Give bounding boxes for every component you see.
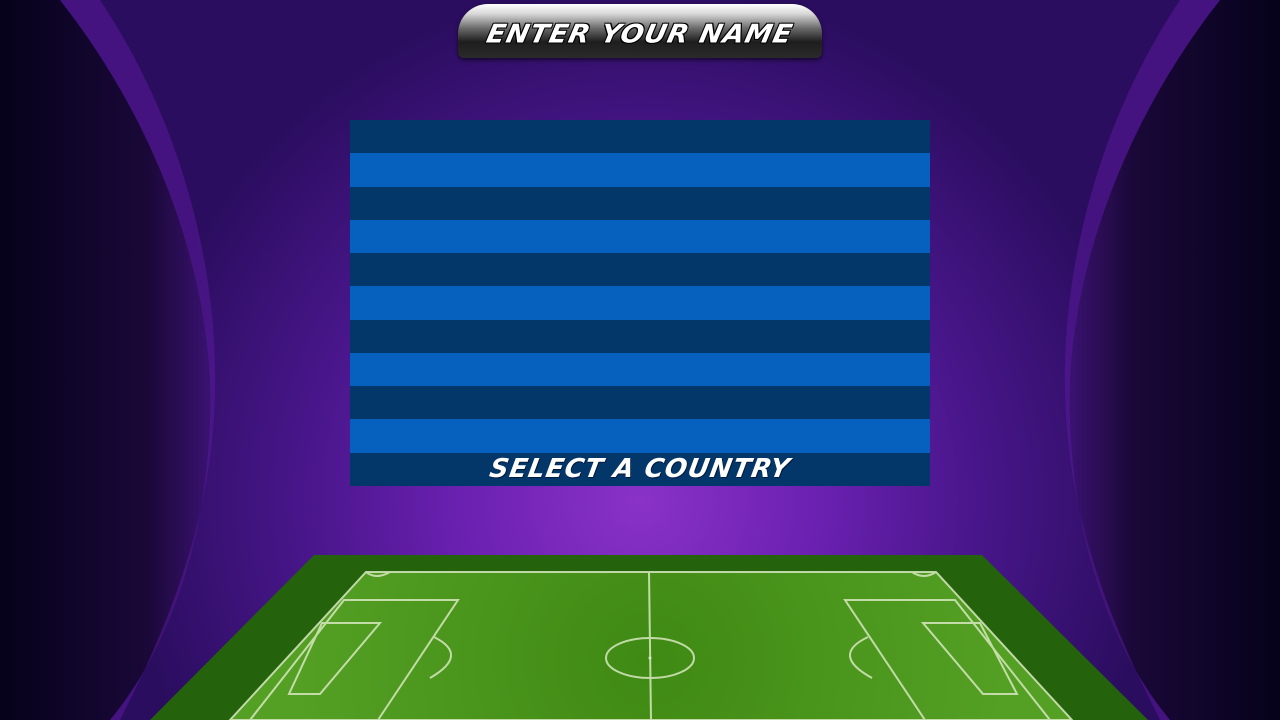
soccer-pitch — [150, 555, 1148, 720]
